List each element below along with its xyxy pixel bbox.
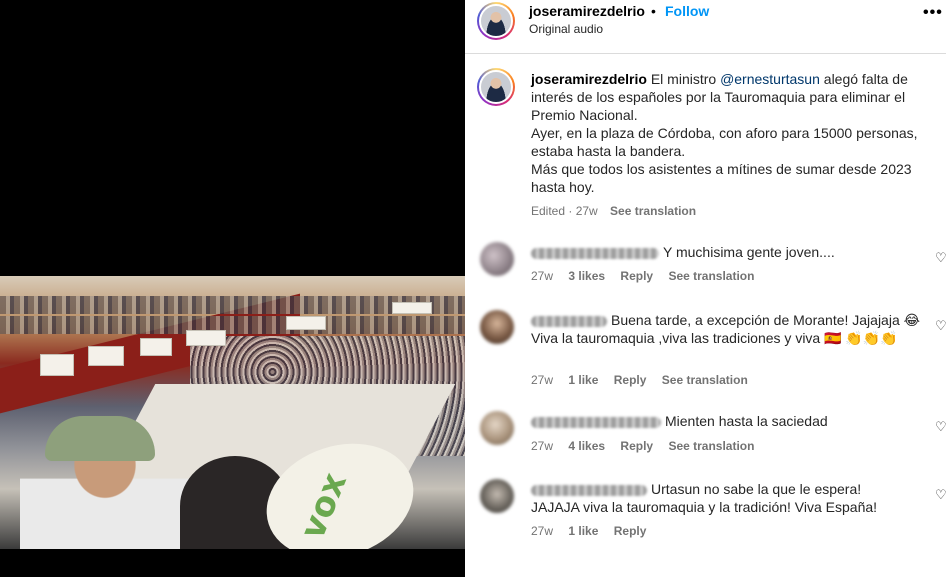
more-options-icon[interactable]: ••• bbox=[923, 4, 943, 22]
post-media[interactable]: vox bbox=[0, 0, 465, 577]
see-translation-link[interactable]: See translation bbox=[662, 373, 748, 387]
comment-time: 27w bbox=[531, 524, 554, 538]
comment-body: Mienten hasta la saciedad bbox=[665, 413, 828, 429]
caption-avatar[interactable] bbox=[477, 68, 515, 106]
see-translation-link[interactable]: See translation bbox=[668, 439, 754, 453]
comment-body-line: Viva la tauromaquia ,viva las tradicione… bbox=[531, 330, 898, 346]
caption-line: Ayer, en la plaza de Córdoba, con aforo … bbox=[531, 125, 918, 159]
caption-text: joseramirezdelrio El ministro @ernesturt… bbox=[531, 70, 931, 196]
comment-body: Buena tarde, a excepción de Morante! Jaj… bbox=[611, 312, 920, 328]
caption-text-part: El ministro bbox=[646, 71, 721, 87]
commenter-avatar[interactable] bbox=[480, 310, 514, 344]
comment-likes[interactable]: 1 like bbox=[568, 373, 598, 387]
commenter-avatar[interactable] bbox=[480, 411, 514, 445]
like-heart-icon[interactable]: ♡ bbox=[935, 487, 946, 503]
blurred-username[interactable] bbox=[531, 484, 647, 496]
banner bbox=[286, 316, 326, 330]
comment-meta: 27w 1 like Reply bbox=[531, 524, 658, 538]
green-cap bbox=[45, 416, 155, 461]
separator-dot: • bbox=[651, 3, 656, 19]
caption-meta: Edited · 27w See translation bbox=[531, 204, 696, 218]
avatar-image bbox=[479, 70, 513, 104]
comment-time: 27w bbox=[531, 439, 554, 453]
reply-button[interactable]: Reply bbox=[614, 524, 647, 538]
comment-meta: 27w 1 like Reply See translation bbox=[531, 373, 760, 387]
commenter-avatar[interactable] bbox=[480, 242, 514, 276]
video-player[interactable]: vox bbox=[0, 276, 465, 549]
see-translation-link[interactable]: See translation bbox=[610, 204, 696, 218]
blurred-username[interactable] bbox=[531, 416, 661, 428]
comment-meta: 27w 3 likes Reply See translation bbox=[531, 269, 766, 283]
reply-button[interactable]: Reply bbox=[620, 439, 653, 453]
caption-line: Más que todos los asistentes a mítines d… bbox=[531, 161, 912, 195]
comment-text: Mienten hasta la saciedad bbox=[531, 412, 926, 430]
follow-button[interactable]: Follow bbox=[665, 3, 709, 19]
commenter-avatar[interactable] bbox=[480, 479, 514, 513]
banner bbox=[88, 346, 124, 366]
comment-time: 27w bbox=[531, 373, 554, 387]
comment-likes[interactable]: 3 likes bbox=[568, 269, 605, 283]
avatar-image bbox=[479, 4, 513, 38]
comment-meta: 27w 4 likes Reply See translation bbox=[531, 439, 766, 453]
reply-button[interactable]: Reply bbox=[620, 269, 653, 283]
comment-body: Urtasun no sabe la que le espera! bbox=[651, 481, 862, 497]
blurred-username[interactable] bbox=[531, 247, 659, 259]
comment-body-line: JAJAJA viva la tauromaquia y la tradició… bbox=[531, 499, 878, 515]
banner bbox=[140, 338, 172, 356]
comment-text: Y muchisima gente joven.... bbox=[531, 243, 926, 261]
author-avatar[interactable] bbox=[477, 2, 515, 40]
banner bbox=[392, 302, 432, 314]
banner bbox=[186, 330, 226, 346]
caption-username[interactable]: joseramirezdelrio bbox=[531, 71, 647, 87]
comment-likes[interactable]: 4 likes bbox=[568, 439, 605, 453]
banner bbox=[40, 354, 74, 376]
see-translation-link[interactable]: See translation bbox=[668, 269, 754, 283]
reply-button[interactable]: Reply bbox=[614, 373, 647, 387]
mention-link[interactable]: @ernesturtasun bbox=[720, 71, 820, 87]
comment-time: 27w bbox=[531, 269, 554, 283]
comment-likes[interactable]: 1 like bbox=[568, 524, 598, 538]
stands bbox=[0, 316, 465, 334]
comment-body: Y muchisima gente joven.... bbox=[663, 244, 835, 260]
edited-timestamp: Edited · 27w bbox=[531, 204, 598, 218]
audio-label[interactable]: Original audio bbox=[529, 22, 603, 36]
post-panel: joseramirezdelrio • Follow Original audi… bbox=[465, 0, 946, 577]
blurred-username[interactable] bbox=[531, 315, 607, 327]
author-username[interactable]: joseramirezdelrio bbox=[529, 3, 645, 19]
comment-text: Buena tarde, a excepción de Morante! Jaj… bbox=[531, 311, 926, 347]
like-heart-icon[interactable]: ♡ bbox=[935, 250, 946, 266]
like-heart-icon[interactable]: ♡ bbox=[935, 318, 946, 334]
like-heart-icon[interactable]: ♡ bbox=[935, 419, 946, 435]
comment-text: Urtasun no sabe la que le espera! JAJAJA… bbox=[531, 480, 926, 516]
post-header: joseramirezdelrio • Follow Original audi… bbox=[465, 0, 946, 54]
